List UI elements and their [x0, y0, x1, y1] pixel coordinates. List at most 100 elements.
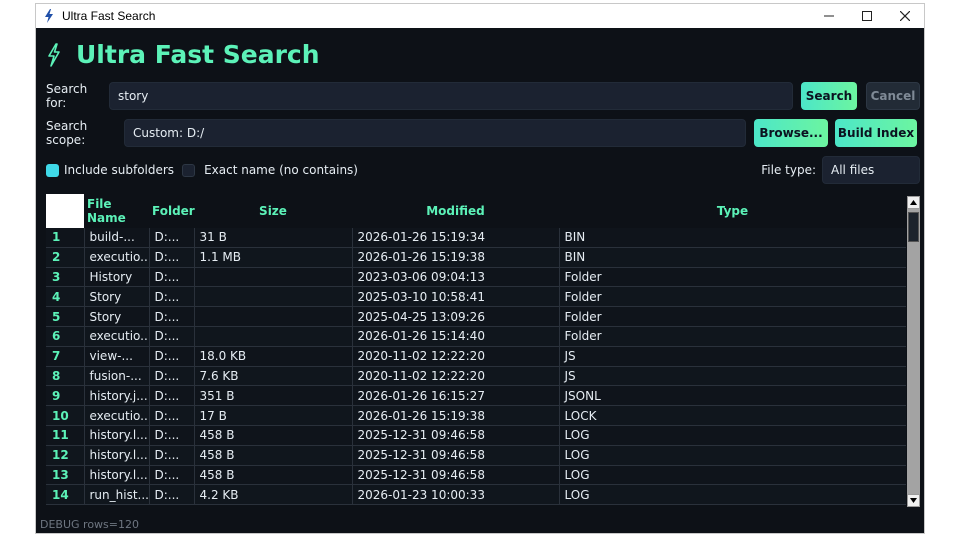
results-grid: File Name Folder Size Modified Type 1 bui… [46, 194, 906, 506]
row-number: 14 [46, 484, 84, 506]
row-number: 7 [46, 346, 84, 367]
table-row[interactable]: 8 fusion-... D:... 7.6 KB 2020-11-02 12:22:2… [46, 366, 906, 387]
scroll-thumb[interactable] [908, 212, 919, 242]
scroll-up-button[interactable] [907, 196, 920, 209]
file-name-cell: history.l... [83, 425, 149, 446]
table-row[interactable]: 7 view-... D:... 18.0 KB 2020-11-02 12:22:20… [46, 346, 906, 367]
type-cell: Folder [558, 286, 906, 308]
browse-button[interactable]: Browse... [754, 119, 828, 147]
modified-cell: 2023-03-06 09:04:13 [351, 267, 559, 288]
folder-cell: D:... [148, 286, 194, 308]
size-cell [193, 306, 352, 327]
file-name-cell: executio... [83, 326, 149, 347]
size-cell [193, 267, 352, 288]
size-cell: 458 B [193, 465, 352, 486]
folder-cell: D:... [148, 484, 194, 506]
scroll-track[interactable] [907, 209, 920, 494]
row-number: 10 [46, 405, 84, 426]
folder-cell: D:... [148, 366, 194, 387]
row-number: 6 [46, 326, 84, 347]
status-bar: DEBUG rows=120 [40, 518, 139, 531]
size-cell: 17 B [193, 405, 352, 426]
file-type-label: File type: [761, 163, 816, 177]
size-cell: 18.0 KB [193, 346, 352, 367]
minimize-button[interactable] [810, 4, 848, 28]
maximize-button[interactable] [848, 4, 886, 28]
size-cell [193, 286, 352, 308]
arrow-up-icon [910, 200, 917, 205]
file-name-cell: Story [83, 286, 149, 308]
minimize-icon [824, 15, 834, 17]
table-corner[interactable] [46, 194, 84, 228]
search-button[interactable]: Search [801, 82, 857, 110]
column-header-file-name[interactable]: File Name [84, 194, 149, 228]
type-cell: BIN [558, 228, 906, 248]
exact-name-label: Exact name (no contains) [204, 163, 358, 177]
table-row[interactable]: 9 history.j... D:... 351 B 2026-01-26 16:15:… [46, 385, 906, 407]
file-name-cell: executio... [83, 405, 149, 426]
file-name-cell: history.l... [83, 465, 149, 486]
scope-input-value: Custom: D:/ [133, 126, 205, 140]
build-index-button[interactable]: Build Index [835, 119, 917, 147]
row-number: 12 [46, 445, 84, 466]
close-icon [900, 11, 910, 21]
include-subfolders-checkbox[interactable]: Include subfolders [46, 163, 174, 177]
close-button[interactable] [886, 4, 924, 28]
app-header: Ultra Fast Search [46, 40, 320, 69]
window-controls [810, 4, 924, 28]
arrow-down-icon [910, 498, 917, 503]
type-cell: JS [558, 366, 906, 387]
modified-cell: 2025-03-10 10:58:41 [351, 286, 559, 308]
file-name-cell: Story [83, 306, 149, 327]
table-row[interactable]: 13 history.l... D:... 458 B 2025-12-31 09:46… [46, 465, 906, 486]
vertical-scrollbar[interactable] [907, 196, 920, 507]
file-type-value: All files [831, 163, 875, 177]
type-cell: LOG [558, 465, 906, 486]
include-subfolders-label: Include subfolders [64, 163, 175, 177]
type-cell: Folder [558, 267, 906, 288]
title-bar[interactable]: Ultra Fast Search [36, 4, 924, 28]
column-header-type[interactable]: Type [559, 194, 906, 228]
file-name-cell: run_hist... [83, 484, 149, 506]
table-row[interactable]: 12 history.l... D:... 458 B 2025-12-31 09:46… [46, 445, 906, 466]
table-row[interactable]: 14 run_hist... D:... 4.2 KB 2026-01-23 10:00… [46, 484, 906, 506]
file-name-cell: fusion-... [83, 366, 149, 387]
maximize-icon [862, 11, 872, 21]
table-row[interactable]: 4 Story D:... 2025-03-10 10:58:41 Folder [46, 286, 906, 308]
exact-name-checkbox[interactable]: Exact name (no contains) [182, 163, 358, 177]
type-cell: Folder [558, 306, 906, 327]
folder-cell: D:... [148, 445, 194, 466]
folder-cell: D:... [148, 326, 194, 347]
table-row[interactable]: 1 build-... D:... 31 B 2026-01-26 15:19:34 BI… [46, 228, 906, 248]
table-row[interactable]: 10 executio... D:... 17 B 2026-01-26 15:19:3… [46, 405, 906, 426]
modified-cell: 2026-01-26 15:19:34 [351, 228, 559, 248]
file-name-cell: history.j... [83, 385, 149, 407]
file-name-cell: History [83, 267, 149, 288]
results-table: File Name Folder Size Modified Type 1 bui… [46, 194, 921, 508]
table-row[interactable]: 3 History D:... 2023-03-06 09:04:13 Folder [46, 267, 906, 288]
table-row[interactable]: 5 Story D:... 2025-04-25 13:09:26 Folder [46, 306, 906, 327]
folder-cell: D:... [148, 465, 194, 486]
scope-label: Search scope: [46, 119, 88, 147]
column-header-size[interactable]: Size [194, 194, 352, 228]
modified-cell: 2026-01-26 15:19:38 [351, 405, 559, 426]
file-name-cell: executio... [83, 247, 149, 268]
column-header-folder[interactable]: Folder [149, 194, 195, 228]
scope-input[interactable]: Custom: D:/ [124, 119, 746, 147]
type-cell: LOG [558, 445, 906, 466]
column-header-modified[interactable]: Modified [352, 194, 559, 228]
modified-cell: 2025-12-31 09:46:58 [351, 425, 559, 446]
size-cell: 458 B [193, 425, 352, 446]
size-cell: 7.6 KB [193, 366, 352, 387]
search-row: Search for: story Search Cancel [46, 82, 920, 110]
bolt-icon [48, 42, 60, 67]
app-window: Ultra Fast Search Ultra Fast Search Sear… [35, 3, 925, 534]
scroll-down-button[interactable] [907, 494, 920, 507]
search-input[interactable]: story [109, 82, 793, 110]
table-row[interactable]: 11 history.l... D:... 458 B 2025-12-31 09:46… [46, 425, 906, 446]
table-row[interactable]: 6 executio... D:... 2026-01-26 15:14:40 Fold… [46, 326, 906, 347]
file-type-select[interactable]: All files [822, 156, 920, 184]
table-row[interactable]: 2 executio... D:... 1.1 MB 2026-01-26 15:19:… [46, 247, 906, 268]
row-number: 2 [46, 247, 84, 268]
cancel-button[interactable]: Cancel [866, 82, 920, 110]
